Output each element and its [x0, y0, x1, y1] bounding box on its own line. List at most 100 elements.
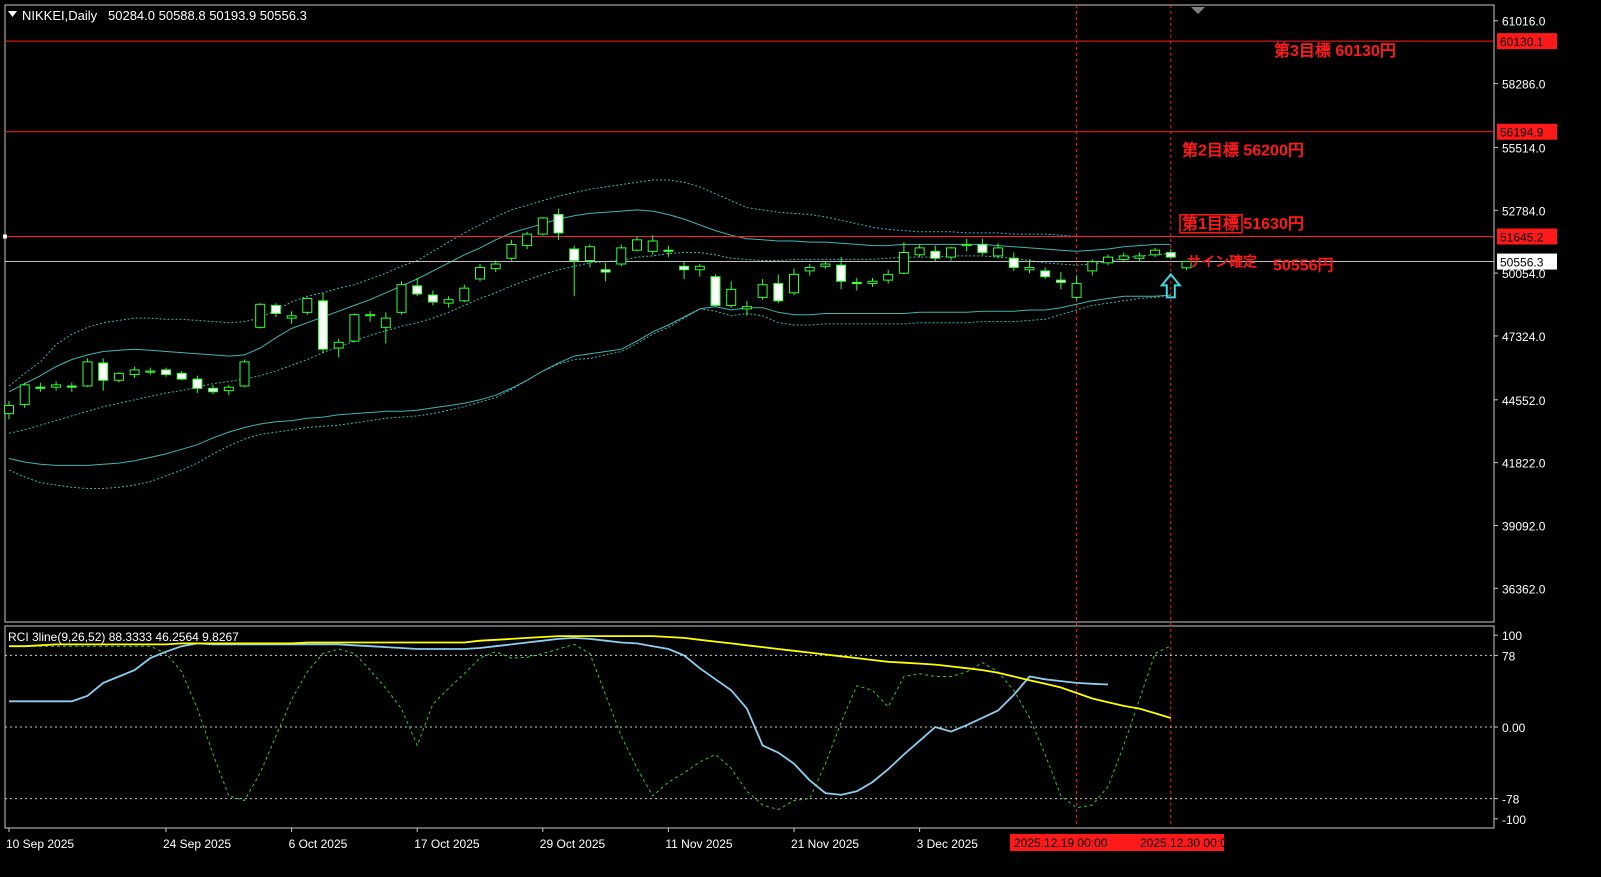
horizontal-lines[interactable]: 60130.1 56194.9 51645.2 50556.3 [3, 33, 1557, 270]
candle-body-down [270, 304, 281, 315]
candle [1103, 254, 1113, 266]
candle-body-up [789, 273, 799, 294]
candle-body-up [522, 233, 533, 247]
candle [333, 338, 344, 358]
rci-tick-label: -100 [1502, 813, 1526, 827]
bollinger-upper2-line [8, 179, 1171, 387]
candle-body-up [51, 384, 62, 388]
time-tick-label: 11 Nov 2025 [665, 837, 732, 851]
candle [192, 375, 203, 393]
candle-body-down [977, 243, 988, 253]
candle [851, 277, 862, 291]
candle [584, 244, 595, 268]
candle-body-down [773, 283, 784, 302]
candle [113, 372, 124, 383]
candle-body-up [537, 217, 548, 235]
candle [820, 261, 831, 269]
chart-frame [4, 4, 1495, 829]
time-tick-label: 24 Sep 2025 [163, 837, 231, 851]
candle [66, 382, 77, 392]
candle [255, 303, 266, 329]
chart-canvas[interactable]: 61016.058286.055514.052784.050054.047324… [0, 0, 1601, 877]
annotation-2: 第1目標 51630円 [1182, 214, 1304, 233]
annotation-3: サイン確定 [1187, 254, 1257, 270]
time-tick-label: 29 Oct 2025 [540, 837, 606, 851]
candle-body-down [318, 300, 328, 350]
candle [914, 244, 925, 258]
candle [349, 313, 360, 343]
candle-body-down [1040, 270, 1051, 278]
candle-body-up [1118, 255, 1129, 260]
candle-body-down [161, 369, 171, 376]
candle [679, 261, 690, 279]
candle-body-up [914, 247, 925, 256]
rci-title: RCI 3line(9,26,52) 88.3333 46.2564 9.826… [8, 630, 239, 644]
candle [161, 367, 171, 377]
bollinger-lower2-line [8, 294, 1171, 489]
candle [443, 296, 454, 308]
candle-body-up [898, 251, 909, 274]
candle [1087, 259, 1098, 276]
candle [82, 358, 93, 388]
candle-body-up [475, 266, 485, 280]
candle [883, 269, 894, 284]
time-tick-label: 3 Dec 2025 [917, 837, 979, 851]
candle-body-down [679, 265, 690, 271]
bollinger-upper1-line [8, 209, 1171, 393]
time-axis: 10 Sep 2025 24 Sep 2025 6 Oct 2025 17 Oct 2… [6, 828, 978, 851]
candle-body-down [553, 214, 564, 234]
candle-body-up [4, 405, 14, 415]
candle [98, 358, 109, 391]
time-tick-label: 21 Nov 2025 [791, 837, 859, 851]
candle-body-down [176, 372, 187, 380]
candle-body-up [19, 384, 30, 405]
candle-body-down [1008, 257, 1019, 268]
candle [757, 278, 768, 300]
annotation-1: 第2目標 56200円 [1182, 141, 1304, 160]
candle-body-up [255, 303, 266, 328]
chart-shift-marker-icon[interactable] [1191, 7, 1205, 14]
hline-price-label: 50556.3 [1500, 256, 1544, 270]
candle-body-up [113, 372, 124, 381]
candle-body-up [349, 314, 360, 342]
rci-series-1-line [9, 636, 1109, 796]
candle [773, 274, 784, 304]
candle [35, 382, 46, 392]
bollinger-bands [8, 179, 1171, 489]
candle [365, 311, 376, 322]
candle-body-up [961, 243, 972, 247]
candle-body-up [459, 287, 470, 302]
candle-body-up [1150, 249, 1161, 256]
candle-body-up [506, 243, 517, 259]
candle-body-up [82, 361, 93, 387]
candle-body-down [851, 281, 862, 285]
price-tick-label: 61016.0 [1502, 15, 1546, 29]
candle-body-up [145, 370, 156, 373]
candle [318, 292, 328, 353]
price-tick-label: 55514.0 [1502, 141, 1546, 155]
price-tick-label: 52784.0 [1502, 204, 1546, 218]
candle [694, 264, 705, 277]
rci-tick-label: 0.00 [1502, 721, 1526, 735]
candle [789, 268, 799, 296]
candle-body-down [412, 285, 423, 295]
candle [710, 274, 721, 307]
header-dropdown-icon[interactable] [8, 11, 17, 17]
bollinger-lower1-line [8, 294, 1171, 466]
candle [427, 290, 438, 306]
candle [616, 244, 627, 267]
candle-body-up [239, 361, 250, 387]
price-pane-border [4, 4, 1495, 623]
rci-tick-label: -78 [1502, 793, 1520, 807]
candle-body-down [208, 387, 219, 393]
vertical-marker-label: 2025.12.30 00:00 [1140, 836, 1234, 850]
candle-body-down [427, 294, 438, 303]
candle [961, 238, 972, 252]
candle [1165, 249, 1176, 259]
candle-body-up [396, 284, 407, 313]
time-tick-label: 6 Oct 2025 [289, 837, 348, 851]
candle [537, 216, 548, 236]
candle [1055, 272, 1066, 290]
candle-body-down [1165, 251, 1176, 258]
candle [1150, 247, 1161, 258]
